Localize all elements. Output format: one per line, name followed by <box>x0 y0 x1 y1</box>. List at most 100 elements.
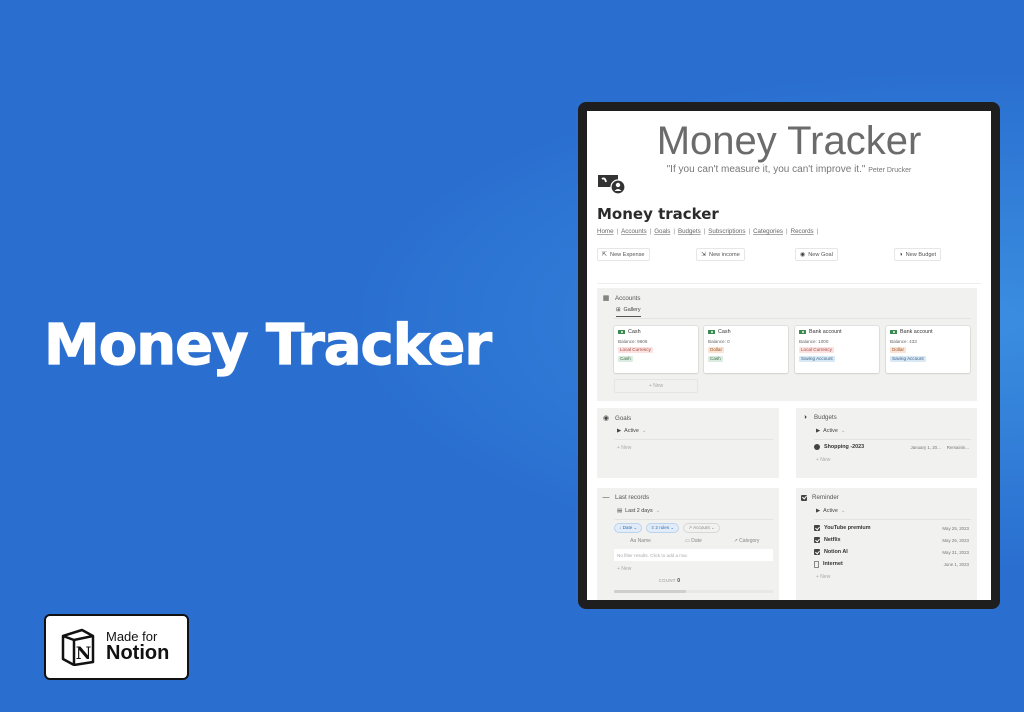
chevron-down-icon: ⌄ <box>840 508 846 514</box>
cover-quote: "If you can't measure it, you can't impr… <box>587 164 991 175</box>
budgets-title: Budgets <box>814 414 837 421</box>
grid-icon: ▦ <box>602 295 610 302</box>
button-label: New Budget <box>905 251 937 258</box>
sort-date-pill[interactable]: ↓ Date ⌄ <box>614 523 643 533</box>
chevron-down-icon: ⌄ <box>641 428 647 434</box>
notion-page: Money Tracker "If you can't measure it, … <box>587 111 991 600</box>
new-record-row[interactable]: + New <box>617 566 631 572</box>
nav-records[interactable]: Records <box>791 228 814 235</box>
page-title: Money tracker <box>597 205 719 223</box>
pie-chart-icon: ◑ <box>802 414 808 421</box>
records-panel: — Last records ▤ Last 2 days ⌄ ↓ Date ⌄ … <box>597 488 779 600</box>
accounts-panel: ▦ Accounts ⊞ Gallery Cash Balance: 9606 … <box>597 288 977 401</box>
chevron-down-icon: ⌄ <box>655 508 661 514</box>
account-card[interactable]: Bank account Balance: 433 Dollar Saving … <box>886 326 970 373</box>
count-label: COUNT <box>658 578 676 583</box>
budget-status: Remainin... <box>946 444 969 450</box>
type-tag: Cash <box>618 355 633 362</box>
button-label: New income <box>709 251 740 258</box>
view-tab-active[interactable]: ▶ Active ⌄ <box>816 428 845 434</box>
quote-text: "If you can't measure it, you can't impr… <box>666 164 866 175</box>
nav-home[interactable]: Home <box>597 228 614 235</box>
records-header[interactable]: — Last records <box>602 494 650 501</box>
currency-tag: Local Currency <box>799 346 834 353</box>
budgets-header[interactable]: ◑ Budgets <box>801 414 837 421</box>
new-goal-row[interactable]: + New <box>617 445 631 451</box>
column-category[interactable]: ↗ Category <box>720 538 773 544</box>
reminder-header[interactable]: Reminder <box>801 494 839 501</box>
budget-row[interactable]: Shopping -2023 January 1, 20... Remainin… <box>814 444 969 450</box>
new-budget-row[interactable]: + New <box>816 457 830 463</box>
play-icon: ▶ <box>617 428 622 434</box>
reminder-date: May 31, 2023 <box>942 549 969 555</box>
play-icon: ▶ <box>816 428 821 434</box>
divider <box>814 519 971 520</box>
goals-header[interactable]: ◉ Goals <box>602 414 631 423</box>
play-icon: ▶ <box>816 508 821 514</box>
account-card[interactable]: Cash Balance: 9606 Local Currency Cash <box>614 326 698 373</box>
page-nav: Home | Accounts | Goals | Budgets | Subscrip… <box>597 228 819 235</box>
horizontal-scrollbar[interactable] <box>614 590 773 593</box>
table-header: Aa Name ▭ Date ↗ Category <box>614 538 773 544</box>
notion-logo-icon: N <box>61 628 95 666</box>
nav-subscriptions[interactable]: Subscriptions <box>708 228 745 235</box>
goal-icon: ◉ <box>800 252 806 258</box>
nav-budgets[interactable]: Budgets <box>678 228 701 235</box>
nav-categories[interactable]: Categories <box>753 228 783 235</box>
view-label: Active <box>823 428 838 434</box>
new-account-button[interactable]: + New <box>614 379 698 393</box>
currency-tag: Dollar <box>890 346 906 353</box>
view-tab-last-2-days[interactable]: ▤ Last 2 days ⌄ <box>617 508 660 514</box>
reminder-name: Internet <box>823 561 843 568</box>
empty-table-row[interactable]: No filter results. Click to add a row. <box>614 549 773 561</box>
document-icon <box>814 561 819 568</box>
reminder-row[interactable]: Notion AI May 31, 2023 <box>814 549 969 555</box>
arrow-down-right-icon: ⇲ <box>701 252 707 258</box>
money-icon <box>708 329 715 335</box>
made-for-notion-badge[interactable]: N Made for Notion <box>44 614 189 680</box>
reminder-row[interactable]: Internet June 1, 2023 <box>814 561 969 568</box>
new-reminder-row[interactable]: + New <box>816 574 830 580</box>
account-card[interactable]: Bank account Balance: 1000 Local Currenc… <box>795 326 879 373</box>
type-tag: Saving Account <box>890 355 926 362</box>
filter-account-pill[interactable]: ↗ Account ⌄ <box>683 523 720 533</box>
new-expense-button[interactable]: ⇱ New Expense <box>597 248 650 261</box>
column-date[interactable]: ▭ Date <box>667 538 720 544</box>
new-budget-button[interactable]: ◑ New Budget <box>894 248 942 261</box>
pie-chart-icon: ◑ <box>899 251 903 258</box>
new-goal-button[interactable]: ◉ New Goal <box>795 248 838 261</box>
goals-panel: ◉ Goals ▶ Active ⌄ + New <box>597 408 779 478</box>
reminder-row[interactable]: YouTube premium May 25, 2023 <box>814 525 969 531</box>
checkbox-icon <box>814 537 820 543</box>
filter-bar: ↓ Date ⌄ ≡ 2 rules ⌄ ↗ Account ⌄ <box>614 523 720 533</box>
money-page-icon <box>598 175 626 195</box>
budgets-panel: ◑ Budgets ▶ Active ⌄ Shopping -2023 Janu… <box>796 408 977 478</box>
accounts-header[interactable]: ▦ Accounts <box>602 294 641 303</box>
view-tab-active[interactable]: ▶ Active ⌄ <box>816 508 845 514</box>
account-card[interactable]: Cash Balance: 0 Dollar Cash <box>704 326 788 373</box>
money-icon <box>618 329 625 335</box>
account-name: Bank account <box>900 329 933 335</box>
column-name[interactable]: Aa Name <box>614 538 667 544</box>
reminder-date: May 25, 2023 <box>942 525 969 531</box>
svg-text:N: N <box>76 644 92 664</box>
reminder-panel: Reminder ▶ Active ⌄ YouTube premium May … <box>796 488 977 600</box>
hero-title: Money Tracker <box>43 313 492 378</box>
type-tag: Saving Account <box>799 355 835 362</box>
tab-gallery[interactable]: ⊞ Gallery <box>616 307 641 317</box>
reminder-date: May 26, 2023 <box>942 537 969 543</box>
new-income-button[interactable]: ⇲ New income <box>696 248 745 261</box>
records-title: Last records <box>615 494 650 501</box>
nav-accounts[interactable]: Accounts <box>621 228 646 235</box>
device-frame: Money Tracker "If you can't measure it, … <box>578 102 1000 609</box>
filter-rules-pill[interactable]: ≡ 2 rules ⌄ <box>646 523 680 533</box>
budget-icon <box>814 444 820 450</box>
tab-label: Gallery <box>623 307 641 313</box>
view-tab-active[interactable]: ▶ Active ⌄ <box>617 428 646 434</box>
scrollbar-thumb[interactable] <box>614 590 686 593</box>
view-label: Active <box>624 428 639 434</box>
nav-goals[interactable]: Goals <box>654 228 670 235</box>
checkbox-icon <box>814 549 820 555</box>
reminder-name: Notion AI <box>824 549 848 555</box>
reminder-row[interactable]: Netflix May 26, 2023 <box>814 537 969 543</box>
